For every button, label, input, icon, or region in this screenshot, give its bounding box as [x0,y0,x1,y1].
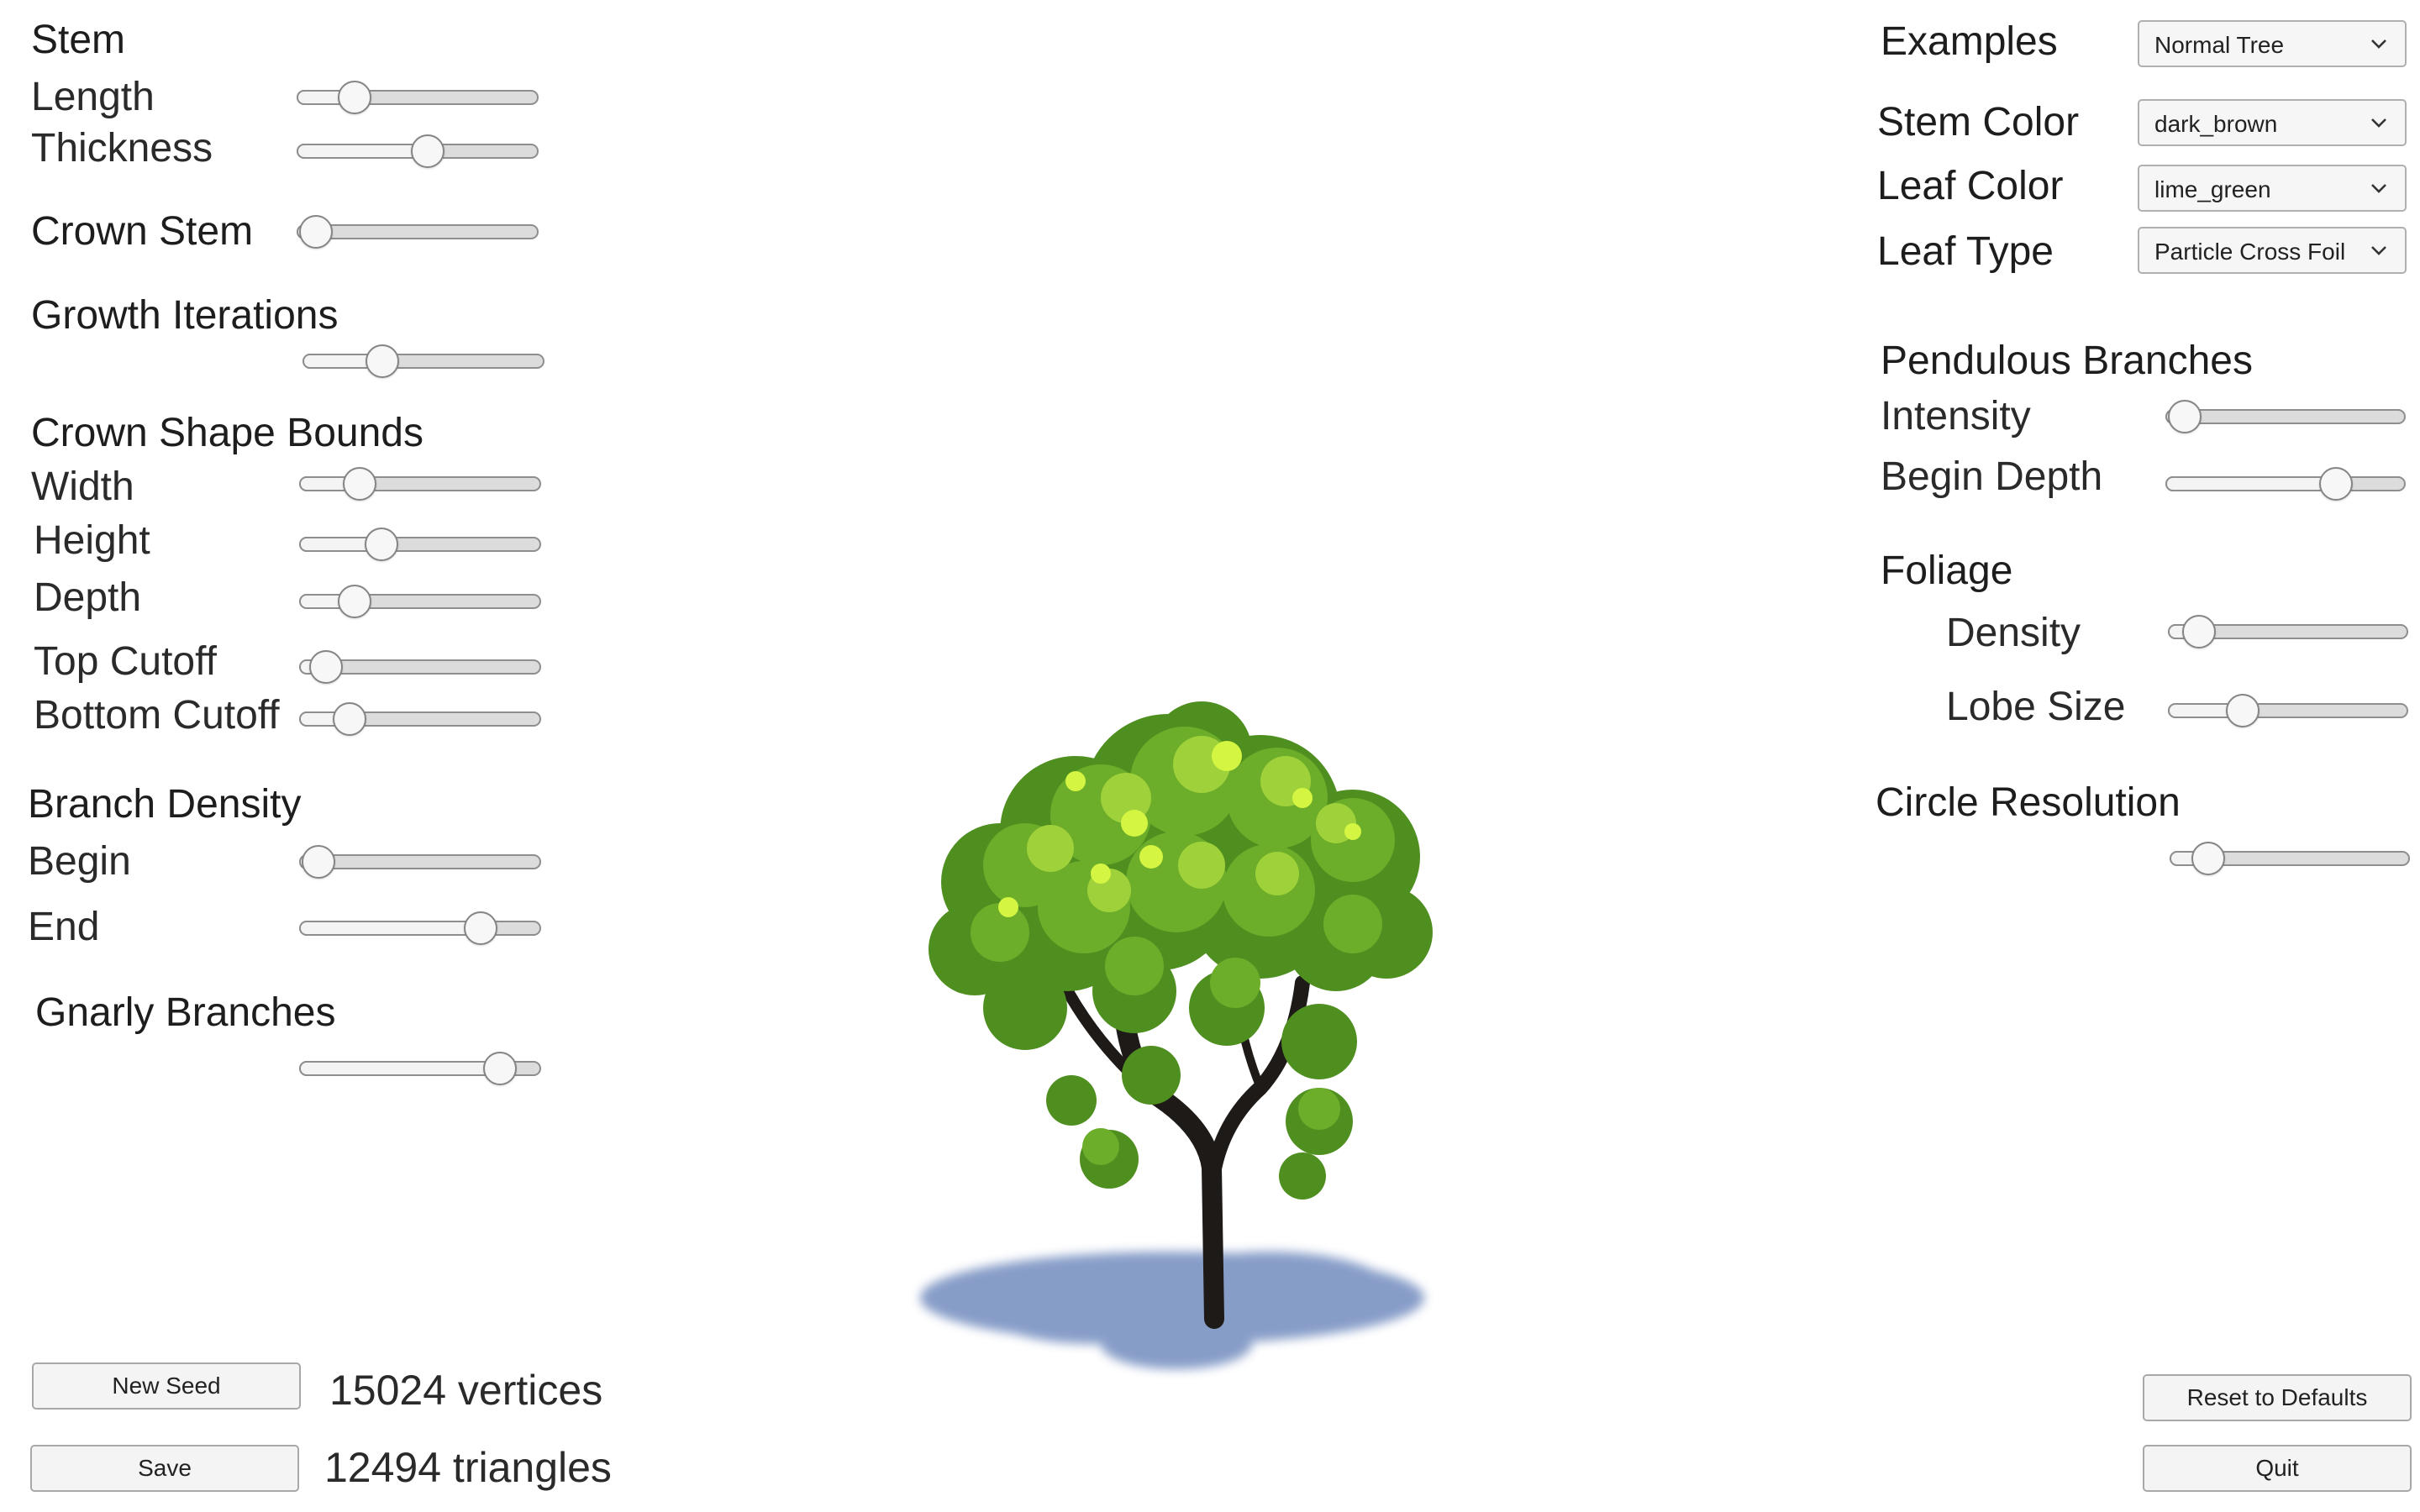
leaf-color-dropdown[interactable]: lime_green [2138,165,2407,212]
pendulous-begin-depth-label: Begin Depth [1881,454,2103,499]
save-button[interactable]: Save [30,1445,299,1492]
growth-iterations-header: Growth Iterations [31,293,339,338]
stem-length-label: Length [31,75,155,119]
slider-thumb[interactable] [338,585,372,618]
foliage-density-slider[interactable] [2168,615,2408,648]
slider-thumb[interactable] [343,467,376,501]
stem-thickness-slider[interactable] [297,134,539,168]
slider-thumb[interactable] [338,81,372,114]
slider-thumb[interactable] [308,650,343,684]
foliage-lobe-size-label: Lobe Size [1946,685,2126,729]
tree-viewport[interactable] [882,655,1470,1394]
circle-resolution-slider[interactable] [2170,842,2410,875]
vertices-count: 15024 vertices [329,1367,603,1414]
stem-color-dropdown[interactable]: dark_brown [2138,99,2407,146]
chevron-down-icon [2371,39,2386,49]
slider-thumb[interactable] [366,344,400,378]
crown-stem-slider[interactable] [297,215,539,249]
slider-thumb[interactable] [333,702,367,736]
bottom-cutoff-slider[interactable] [299,702,541,736]
slider-thumb[interactable] [2225,694,2260,727]
slider-thumb[interactable] [2319,467,2354,501]
circle-resolution-header: Circle Resolution [1876,780,2181,825]
branch-density-end-slider[interactable] [299,911,541,945]
stem-color-label: Stem Color [1877,100,2080,144]
leaf-color-dropdown-value: lime_green [2154,176,2271,202]
leaf-type-dropdown[interactable]: Particle Cross Foil [2138,227,2407,274]
leaf-type-label: Leaf Type [1877,229,2054,274]
quit-button[interactable]: Quit [2143,1445,2412,1492]
pendulous-begin-depth-slider[interactable] [2165,467,2406,501]
leaf-color-label: Leaf Color [1877,164,2064,208]
bottom-cutoff-label: Bottom Cutoff [34,693,280,738]
pendulous-intensity-slider[interactable] [2165,400,2406,433]
crown-width-slider[interactable] [299,467,541,501]
stem-length-slider[interactable] [297,81,539,114]
top-cutoff-slider[interactable] [299,650,541,684]
slider-thumb[interactable] [302,845,336,879]
pendulous-intensity-label: Intensity [1881,394,2031,438]
examples-dropdown[interactable]: Normal Tree [2138,20,2407,67]
foliage-lobe-size-slider[interactable] [2168,694,2408,727]
stem-header: Stem [31,18,126,62]
crown-shape-bounds-header: Crown Shape Bounds [31,411,424,455]
slider-thumb[interactable] [299,215,334,249]
foliage-density-label: Density [1946,611,2081,655]
slider-thumb[interactable] [2167,400,2202,433]
new-seed-button[interactable]: New Seed [32,1362,301,1410]
crown-depth-label: Depth [34,575,142,620]
stem-thickness-label: Thickness [31,126,213,171]
foliage-header: Foliage [1881,549,2013,593]
growth-iterations-slider[interactable] [302,344,544,378]
branch-density-header: Branch Density [28,782,302,827]
crown-depth-slider[interactable] [299,585,541,618]
tree-shadow [920,1252,1424,1369]
crown-width-label: Width [31,465,134,509]
top-cutoff-label: Top Cutoff [34,639,217,684]
triangles-count: 12494 triangles [324,1444,612,1491]
slider-thumb[interactable] [410,134,445,168]
branch-density-end-label: End [28,905,100,949]
slider-thumb[interactable] [364,528,398,561]
slider-thumb[interactable] [2182,615,2217,648]
examples-label: Examples [1881,19,2058,64]
reset-to-defaults-button[interactable]: Reset to Defaults [2143,1374,2412,1421]
slider-thumb[interactable] [464,911,497,945]
stem-color-dropdown-value: dark_brown [2154,111,2278,137]
pendulous-branches-header: Pendulous Branches [1881,339,2253,383]
gnarly-branches-header: Gnarly Branches [35,990,336,1035]
slider-thumb[interactable] [483,1052,518,1085]
branch-density-begin-slider[interactable] [299,845,541,879]
chevron-down-icon [2371,118,2386,128]
chevron-down-icon [2371,246,2386,255]
gnarly-branches-slider[interactable] [299,1052,541,1085]
slider-thumb[interactable] [2191,842,2225,875]
crown-stem-header: Crown Stem [31,209,254,254]
chevron-down-icon [2371,184,2386,193]
branch-density-begin-label: Begin [28,839,131,884]
examples-dropdown-value: Normal Tree [2154,32,2285,58]
crown-height-label: Height [34,518,150,563]
leaf-type-dropdown-value: Particle Cross Foil [2154,239,2346,265]
crown-height-slider[interactable] [299,528,541,561]
